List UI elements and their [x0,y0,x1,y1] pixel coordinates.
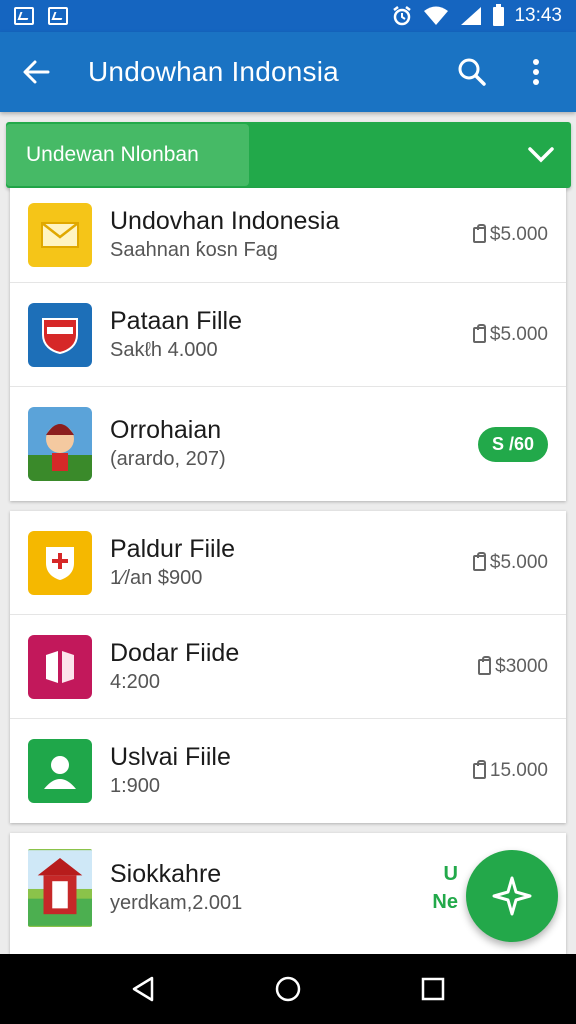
lock-icon [478,655,492,675]
price-label: $3000 [478,655,548,678]
item-subtitle: 1:900 [110,775,161,797]
item-title: Siokkahre [110,860,222,888]
arrow-left-icon [23,60,50,84]
battery-icon [493,3,505,26]
back-button[interactable] [18,54,54,90]
nav-back-button[interactable] [123,969,163,1009]
floating-action-button[interactable] [466,850,558,942]
status-time: 13:43 [514,5,562,26]
list-item[interactable]: Orrohaian (arardo, 207) S /60 [10,387,566,501]
item-subtitle: yerdkam,2.001 [110,892,243,914]
list-item[interactable]: Uslvai Fiile 1:900 15.000 [10,719,566,823]
overflow-menu-button[interactable] [514,50,558,94]
alarm-icon [393,6,412,26]
lock-icon [472,224,486,243]
system-nav-bar [0,954,576,1024]
more-vert-icon [533,59,539,85]
list-card: Undovhan Indonesia Saahnan ƙosn Fag $5.0… [10,188,566,501]
fold-icon [28,634,92,699]
list-item[interactable]: Dodar Fiide 4:200 $3000 [10,615,566,719]
item-subtitle: Saahnan ƙosn Fag [110,239,278,261]
item-subtitle: (arardo, 207) [110,448,226,470]
lock-icon [472,551,486,571]
nav-home-button[interactable] [268,969,308,1009]
filter-chip[interactable]: Undewan Nlonban [6,124,249,186]
square-recents-icon [422,977,445,1001]
app-bar: Undowhan Indonsia [0,32,576,112]
filter-bar[interactable]: Undewan Nlonban [6,122,571,188]
chevron-down-icon [528,147,554,163]
price-label: U Ne [432,863,458,913]
list-item[interactable]: Pataan Fille Sakℓh 4.000 $5.000 [10,283,566,387]
shield-cross-icon [28,530,92,595]
price-pill[interactable]: S /60 [477,426,548,462]
gallery-notification-icon [14,7,34,25]
item-title: Dodar Fiide [110,638,240,667]
expand-button[interactable] [511,125,571,185]
item-title: Paldur Fiile [110,534,236,563]
price-label: 15.000 [472,760,548,782]
triangle-back-icon [132,976,153,1002]
lock-icon [472,760,486,779]
item-subtitle: 1⁄/an $900 [110,566,203,589]
list-card: Paldur Fiile 1⁄/an $900 $5.000 Dodar Fii… [10,511,566,823]
search-icon [458,58,486,86]
shrine-icon [28,849,92,927]
status-bar: 13:43 [0,0,576,32]
nav-recents-button[interactable] [413,969,453,1009]
item-title: Pataan Fille [110,306,243,335]
envelope-icon [28,203,92,267]
chart-notification-icon [48,7,68,25]
sparkle-icon [492,876,532,916]
character-avatar-icon [28,407,92,481]
item-subtitle: 4:200 [110,670,161,693]
price-label: $5.000 [472,323,548,346]
lock-icon [472,323,486,343]
signal-icon [461,7,482,25]
wifi-icon [424,6,449,25]
circle-home-icon [275,976,301,1002]
item-subtitle: Sakℓh 4.000 [110,338,218,361]
person-icon [28,739,92,803]
item-title: Undovhan Indonesia [110,207,340,235]
list-item[interactable]: Paldur Fiile 1⁄/an $900 $5.000 [10,511,566,615]
item-title: Uslvai Fiile [110,743,231,771]
price-label: $5.000 [472,224,548,246]
page-title: Undowhan Indonsia [88,56,339,87]
search-button[interactable] [450,50,494,94]
price-label: $5.000 [472,551,548,574]
list-item[interactable]: Undovhan Indonesia Saahnan ƙosn Fag $5.0… [10,188,566,283]
item-title: Orrohaian [110,416,222,444]
shield-badge-icon [28,302,92,367]
